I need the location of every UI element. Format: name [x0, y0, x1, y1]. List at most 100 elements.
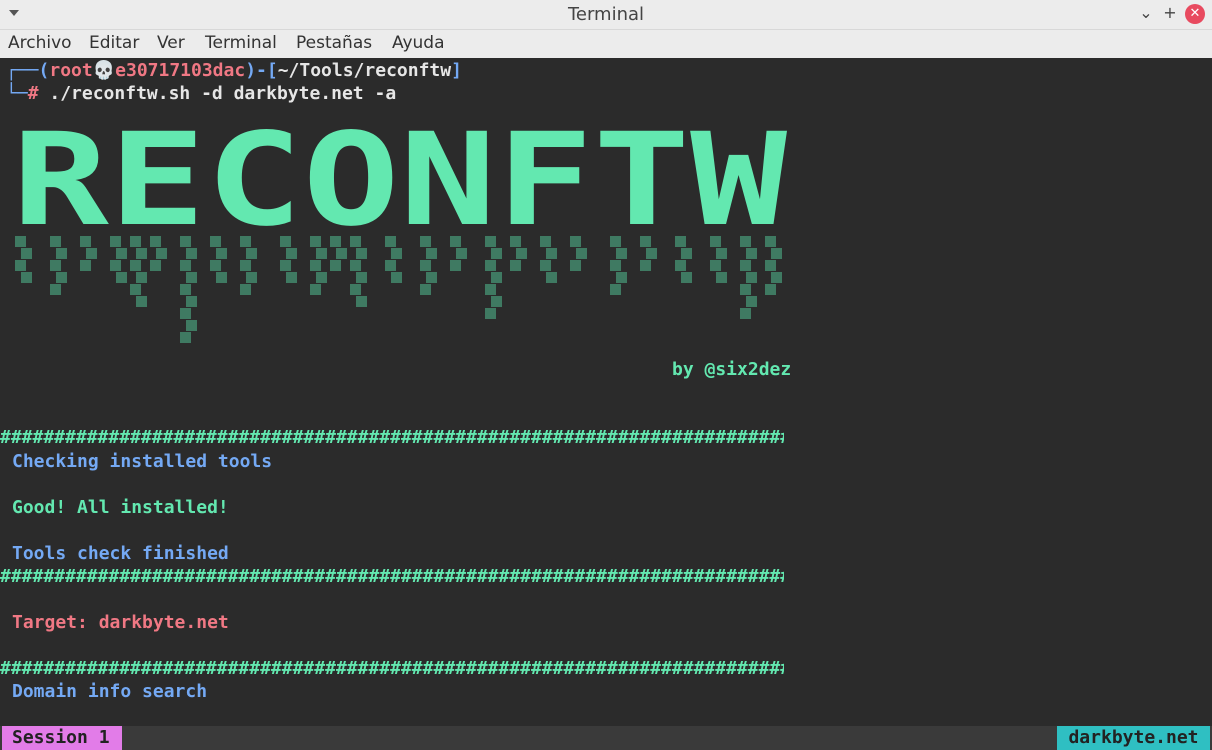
logo-drip-pixel — [310, 260, 321, 271]
logo-drip-pixel — [391, 272, 402, 283]
logo-drip-pixel — [50, 260, 61, 271]
logo-drip-pixel — [491, 296, 502, 307]
session-tab[interactable]: Session 1 — [2, 726, 122, 750]
prompt-path: ~/Tools/reconftw — [277, 60, 452, 81]
prompt-command: ./reconftw.sh -d darkbyte.net -a — [38, 83, 397, 104]
prompt-hash: # — [27, 83, 39, 104]
logo-drip-pixel — [136, 296, 147, 307]
logo-drip-pixel — [80, 260, 91, 271]
prompt-open: ┌──( — [6, 60, 50, 81]
logo-drip-pixel — [330, 260, 341, 271]
minimize-icon[interactable]: ⌄ — [1136, 4, 1156, 24]
logo-drip-pixel — [610, 284, 621, 295]
logo-drip-pixel — [15, 260, 26, 271]
prompt-line-1: ┌──(root💀e30717103dac)-[~/Tools/reconftw… — [6, 60, 462, 82]
prompt-corner: └─ — [6, 83, 28, 104]
separator-3: ########################################… — [0, 658, 784, 679]
prompt-mid: )-[ — [245, 60, 278, 81]
logo-drip-pixel — [450, 260, 461, 271]
logo-drip-pixel — [765, 284, 776, 295]
prompt-host: e30717103dac — [115, 60, 246, 81]
logo-drip-pixel — [350, 260, 361, 271]
menu-ayuda[interactable]: Ayuda — [392, 33, 445, 53]
prompt-user: root — [49, 60, 93, 81]
logo-drip-pixel — [356, 296, 367, 307]
reconftw-logo: RECONFTW — [12, 126, 788, 343]
logo-drip-pixel — [485, 308, 496, 319]
logo-drip-pixel — [186, 296, 197, 307]
logo-drip-pixel — [746, 296, 757, 307]
logo-drip-pixel — [180, 332, 191, 343]
logo-drip-pixel — [240, 284, 251, 295]
logo-drip-pixel — [130, 260, 141, 271]
window-titlebar: Terminal ⌄ + ✕ — [0, 0, 1212, 30]
logo-drip-pixel — [740, 260, 751, 271]
logo-drip-pixel — [385, 260, 396, 271]
logo-drip-pixel — [570, 260, 581, 271]
logo-drip-pixel — [710, 260, 721, 271]
logo-drip-pixel — [485, 260, 496, 271]
logo-drip-pixel — [746, 272, 757, 283]
logo-drip-pixel — [546, 272, 557, 283]
logo-drip-pixel — [675, 260, 686, 271]
logo-drip-pixel — [216, 272, 227, 283]
logo-drip-pixel — [310, 284, 321, 295]
menu-ver[interactable]: Ver — [157, 33, 185, 53]
logo-drip-pixel — [716, 272, 727, 283]
maximize-icon[interactable]: + — [1160, 4, 1180, 24]
logo-drip-pixel — [771, 272, 782, 283]
menu-archivo[interactable]: Archivo — [8, 33, 72, 53]
logo-drip-pixel — [210, 260, 221, 271]
menubar: Archivo Editar Ver Terminal Pestañas Ayu… — [0, 30, 1212, 58]
checking-tools-text: Checking installed tools — [12, 451, 273, 472]
logo-drip-pixel — [485, 284, 496, 295]
logo-drip-pixel — [50, 284, 61, 295]
logo-text: RECONFTW — [12, 126, 788, 255]
menu-terminal[interactable]: Terminal — [205, 33, 277, 53]
logo-drip-pixel — [610, 260, 621, 271]
menu-pestanas[interactable]: Pestañas — [296, 33, 372, 53]
logo-drip-pixel — [136, 272, 147, 283]
logo-drip-pixel — [420, 260, 431, 271]
window-title: Terminal — [567, 4, 645, 25]
logo-drip-pixel — [540, 260, 551, 271]
logo-drip-pixel — [740, 308, 751, 319]
logo-drip-pixel — [286, 272, 297, 283]
tools-finished-text: Tools check finished — [12, 543, 229, 564]
banner-author: by @six2dez — [672, 359, 792, 380]
target-text: Target: darkbyte.net — [12, 612, 229, 633]
logo-drip-pixel — [110, 260, 121, 271]
skull-icon: 💀 — [92, 60, 116, 81]
logo-drip-pixel — [130, 284, 141, 295]
tmux-statusbar: Session 1 darkbyte.net — [0, 726, 1212, 750]
all-installed-text: Good! All installed! — [12, 497, 229, 518]
menu-editar[interactable]: Editar — [89, 33, 139, 53]
logo-drip-pixel — [180, 260, 191, 271]
logo-drip-pixel — [681, 272, 692, 283]
logo-drip-pixel — [765, 260, 776, 271]
logo-drip-pixel — [616, 272, 627, 283]
logo-drip-pixel — [350, 284, 361, 295]
prompt-close: ] — [451, 60, 462, 81]
separator-1: ########################################… — [0, 427, 784, 448]
logo-drip-pixel — [240, 260, 251, 271]
prompt-line-2: └─# ./reconftw.sh -d darkbyte.net -a — [6, 83, 396, 105]
logo-drip-pixel — [246, 272, 257, 283]
logo-drip-pixel — [21, 272, 32, 283]
logo-drip-pixel — [740, 284, 751, 295]
logo-drip-pixel — [180, 308, 191, 319]
status-host: darkbyte.net — [1057, 726, 1210, 750]
logo-drip-pixel — [186, 320, 197, 331]
logo-drip-pixel — [491, 272, 502, 283]
logo-drip-pixel — [356, 272, 367, 283]
logo-drip-pixel — [180, 284, 191, 295]
logo-drip-pixel — [280, 260, 291, 271]
logo-drip-pixel — [510, 260, 521, 271]
domain-info-text: Domain info search — [12, 681, 208, 702]
logo-drip-pixel — [640, 260, 651, 271]
close-icon[interactable]: ✕ — [1185, 4, 1205, 24]
logo-drip-pixel — [56, 272, 67, 283]
logo-drip-pixel — [186, 272, 197, 283]
logo-drip-pixel — [150, 260, 161, 271]
logo-drip-pixel — [116, 272, 127, 283]
